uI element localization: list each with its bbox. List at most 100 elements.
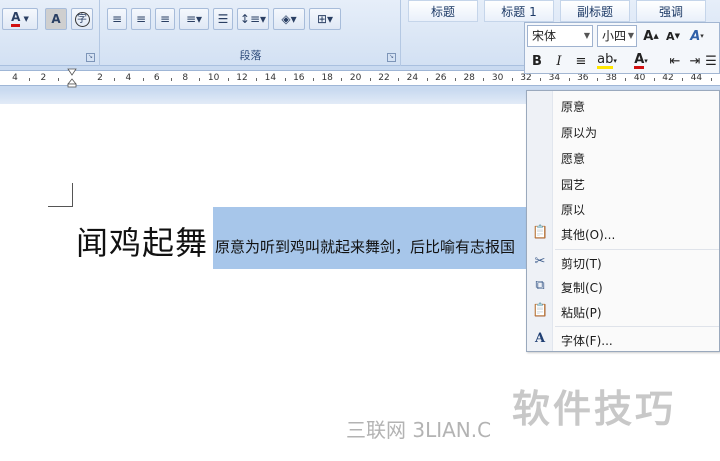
increase-indent-button[interactable]: ⇥ xyxy=(685,51,705,71)
scissors-icon: ✂ xyxy=(534,254,546,269)
ruler-tick-label: 24 xyxy=(406,73,419,83)
ruler-minor-tick xyxy=(653,78,655,81)
mini-toolbar: 宋体 ▼ 小四 ▼ A ▲ A ▼ A ▾ B I ≡ ab ▾ A ▾ ⇤ ⇥ ☰ xyxy=(524,22,720,74)
ruler-minor-tick xyxy=(29,78,31,81)
suggestion-item[interactable]: 原以为 xyxy=(527,120,720,144)
paste-label: 粘贴(P) xyxy=(561,306,602,320)
copy-item[interactable]: ⧉ 复制(C) xyxy=(527,275,720,299)
font-dialog-launcher[interactable]: ↘ xyxy=(86,53,95,62)
font-item[interactable]: A 字体(F)... xyxy=(527,328,720,352)
justify-button[interactable]: ≡▾ xyxy=(179,8,209,30)
decrease-indent-icon: ⇤ xyxy=(669,53,681,69)
context-menu: 原意 原以为 愿意 园艺 原以 📋 其他(O)... ✂ 剪切(T) ⧉ 复制(… xyxy=(526,90,720,352)
italic-icon: I xyxy=(556,53,562,69)
ruler-minor-tick xyxy=(57,78,59,81)
chevron-down-icon: ▼ xyxy=(23,15,29,23)
align-left-icon: ≡ xyxy=(111,12,123,26)
ruler-minor-tick xyxy=(483,78,485,81)
font-color-icon: A xyxy=(634,51,645,69)
document-heading[interactable]: 闻鸡起舞 xyxy=(76,218,208,264)
ruler-minor-tick xyxy=(341,78,343,81)
ruler-minor-tick xyxy=(710,78,712,81)
paste-item[interactable]: 📋 粘贴(P) xyxy=(527,300,720,324)
char-shading-button[interactable]: A xyxy=(45,8,67,30)
align-center-icon: ≡ xyxy=(575,53,587,69)
align-center-icon: ≡ xyxy=(135,12,147,26)
borders-button[interactable]: ⊞▾ xyxy=(309,8,341,30)
borders-icon: ⊞▾ xyxy=(316,12,334,26)
more-suggestions-item[interactable]: 📋 其他(O)... xyxy=(527,222,720,246)
bold-icon: B xyxy=(532,53,542,69)
font-name-dropdown[interactable]: 宋体 ▼ xyxy=(527,25,593,47)
text-effects-button[interactable]: A ▾ xyxy=(687,26,707,46)
ruler-minor-tick xyxy=(682,78,684,81)
char-shading-icon: A xyxy=(51,12,61,26)
ruler-tick-label: 38 xyxy=(605,73,617,83)
font-color-button[interactable]: A ▼ xyxy=(2,8,38,30)
line-spacing-button[interactable]: ↕≡▾ xyxy=(237,8,269,30)
page-corner-mark xyxy=(48,183,73,207)
grow-font-button[interactable]: A ▲ xyxy=(641,26,661,46)
menu-separator xyxy=(555,326,719,327)
center-align-button[interactable]: ≡ xyxy=(571,51,591,71)
ruler-minor-tick xyxy=(455,78,456,81)
ruler-tick-label: 26 xyxy=(435,73,447,83)
distributed-icon: ☰ xyxy=(217,12,229,26)
style-subtitle[interactable]: 副标题 xyxy=(560,0,630,22)
ruler-tick-label: 32 xyxy=(520,73,532,83)
ruler-minor-tick xyxy=(568,78,570,81)
bullets-button[interactable]: ☰ xyxy=(703,51,719,71)
font-group: A ▼ A 字 ↘ xyxy=(0,0,100,66)
cut-item[interactable]: ✂ 剪切(T) xyxy=(527,251,720,275)
enclose-char-button[interactable]: 字 xyxy=(71,8,93,30)
font-size-dropdown[interactable]: 小四 ▼ xyxy=(597,25,637,47)
clipboard-icon: 📋 xyxy=(532,303,549,318)
paragraph-dialog-launcher[interactable]: ↘ xyxy=(387,53,396,62)
shrink-font-button[interactable]: A ▼ xyxy=(663,26,683,46)
font-color-button[interactable]: A ▾ xyxy=(627,51,655,71)
paint-bucket-icon: ◈▾ xyxy=(281,12,297,26)
suggestion-label: 愿意 xyxy=(561,152,586,166)
italic-button[interactable]: I xyxy=(549,51,569,71)
style-emphasis[interactable]: 强调 xyxy=(636,0,706,22)
ruler-tick-label: 2 xyxy=(40,73,47,83)
ruler-tick-label: 8 xyxy=(182,73,189,83)
line-spacing-icon: ↕≡▾ xyxy=(239,12,267,26)
indent-marker-icon[interactable] xyxy=(67,68,77,88)
shading-button[interactable]: ◈▾ xyxy=(273,8,305,30)
ruler-tick-label: 28 xyxy=(463,73,475,83)
bold-button[interactable]: B xyxy=(527,51,547,71)
suggestion-label: 原意 xyxy=(561,100,586,114)
align-right-button[interactable]: ≡ xyxy=(155,8,175,30)
ruler-tick-label: 22 xyxy=(378,73,390,83)
suggestion-label: 原以 xyxy=(561,203,586,217)
text-effects-icon: A xyxy=(690,28,701,44)
ruler-minor-tick xyxy=(398,78,400,81)
suggestion-item[interactable]: 愿意 xyxy=(527,146,720,170)
ruler-tick-label: 36 xyxy=(577,73,589,83)
dictionary-icon: 📋 xyxy=(532,225,549,240)
font-name-value: 宋体 xyxy=(532,29,557,43)
ruler-tick-label: 30 xyxy=(491,73,504,83)
font-label: 字体(F)... xyxy=(561,334,613,348)
decrease-indent-button[interactable]: ⇤ xyxy=(665,51,685,71)
highlight-button[interactable]: ab ▾ xyxy=(593,51,621,71)
distributed-button[interactable]: ☰ xyxy=(213,8,233,30)
copy-icon: ⧉ xyxy=(535,278,545,293)
ruler-minor-tick xyxy=(284,78,286,81)
cut-label: 剪切(T) xyxy=(561,257,602,271)
shrink-font-icon: A xyxy=(666,29,675,43)
suggestion-item[interactable]: 原以 xyxy=(527,197,720,221)
paragraph-group: ≡ ≡ ≡ ≡▾ ☰ ↕≡▾ ◈▾ ⊞▾ 段落 ↘ xyxy=(101,0,401,66)
suggestion-item[interactable]: 园艺 xyxy=(527,172,720,196)
selected-text[interactable]: 原意为听到鸡叫就起来舞剑，后比喻有志报国 xyxy=(215,236,527,257)
ruler-minor-tick xyxy=(540,78,542,81)
ruler-minor-tick xyxy=(625,78,627,81)
style-title[interactable]: 标题 xyxy=(408,0,478,22)
style-heading-1[interactable]: 标题 1 xyxy=(484,0,554,22)
suggestion-label: 原以为 xyxy=(561,126,598,140)
align-center-button[interactable]: ≡ xyxy=(131,8,151,30)
suggestion-item[interactable]: 原意 xyxy=(527,94,720,118)
copy-label: 复制(C) xyxy=(561,281,603,295)
align-left-button[interactable]: ≡ xyxy=(107,8,127,30)
